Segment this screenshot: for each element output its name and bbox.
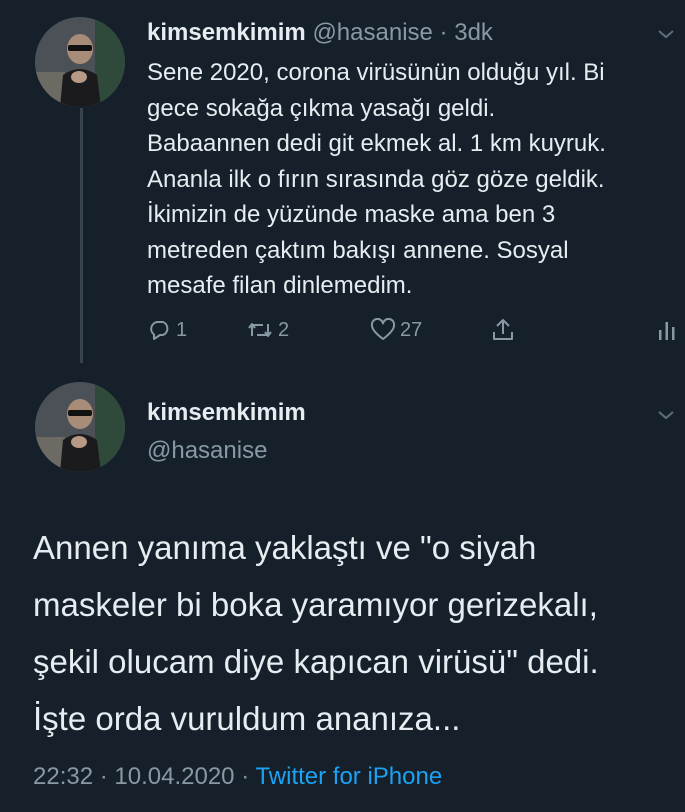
tweet-date[interactable]: 10.04.2020 [114,763,234,790]
separator: · [439,19,448,46]
tweet-text: Sene 2020, corona virüsünün olduğu yıl. … [147,59,606,299]
share-icon [493,319,513,340]
avatar[interactable] [35,17,125,107]
retweet-button[interactable]: 2 [246,313,289,347]
analytics-icon [659,322,675,340]
separator: · [241,763,250,790]
like-button[interactable]: 27 [370,313,422,347]
tweet-source-link[interactable]: Twitter for iPhone [255,763,442,790]
tweet-actions: 1 2 27 [0,313,685,347]
display-name[interactable]: kimsemkimim [147,19,306,46]
share-button[interactable] [490,313,516,347]
tweet-text: Annen yanıma yaklaştı ve "o siyah maskel… [33,529,599,737]
retweet-icon [248,323,272,337]
heart-icon [370,318,396,340]
avatar[interactable] [35,382,125,472]
retweet-count: 2 [278,318,290,341]
chevron-down-icon[interactable] [656,27,676,41]
tweet-timestamp: 22:32 · 10.04.2020 · Twitter for iPhone [33,762,442,792]
chevron-down-icon[interactable] [656,408,676,422]
display-name[interactable]: kimsemkimim [147,398,306,428]
tweet-header: kimsemkimim @hasanise · 3dk [147,18,493,48]
analytics-button[interactable] [657,313,677,347]
tweet-time[interactable]: 22:32 [33,763,93,790]
like-count: 27 [400,318,423,341]
reply-count: 1 [176,318,188,341]
relative-time[interactable]: 3dk [454,19,493,46]
user-handle[interactable]: @hasanise [147,436,267,466]
reply-button[interactable]: 1 [148,313,187,347]
separator: · [99,763,108,790]
user-handle[interactable]: @hasanise [312,19,432,46]
reply-icon [150,321,169,340]
